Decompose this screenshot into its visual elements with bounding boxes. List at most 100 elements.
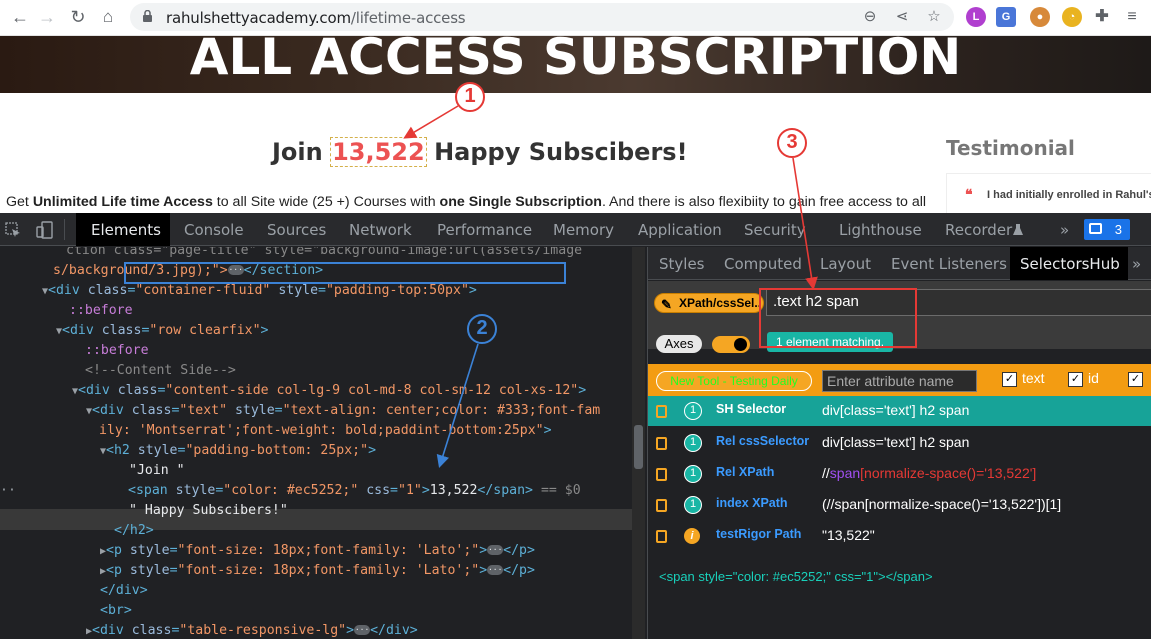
row-value[interactable]: "13,522"	[822, 527, 875, 543]
extension-lr-icon[interactable]: L	[966, 7, 986, 27]
axes-button[interactable]: Axes	[656, 335, 702, 353]
reading-list-icon[interactable]: ≡	[1122, 7, 1142, 27]
code-line-happy-text[interactable]: " Happy Subscibers!"	[129, 501, 288, 521]
tab-network[interactable]: Network	[349, 221, 412, 239]
banner-title: ALL ACCESS SUBSCRIPTION	[189, 36, 962, 86]
row-value[interactable]: (//span[normalize-space()='13,522'])[1]	[822, 496, 1061, 512]
ellipsis-icon[interactable]: ···	[354, 625, 371, 635]
address-bar[interactable]: rahulshettyacademy.com/lifetime-access ⊖…	[130, 3, 954, 31]
gauge-extension-icon[interactable]: ◔	[1062, 7, 1082, 27]
attribute-name-input[interactable]: Enter attribute name	[822, 370, 977, 392]
tab-styles[interactable]: Styles	[659, 255, 705, 273]
tab-recorder[interactable]: Recorder	[945, 221, 1012, 239]
annotation-marker-1: 1	[455, 82, 485, 112]
lock-icon	[143, 10, 152, 22]
code-line-table-responsive[interactable]: ▶<div class="table-responsive-lg">···</d…	[86, 621, 418, 639]
code-line-p2[interactable]: ▶<p style="font-size: 18px;font-family: …	[100, 561, 535, 581]
code-line-before-2[interactable]: ::before	[85, 341, 149, 361]
device-toolbar-icon[interactable]	[36, 221, 54, 239]
share-icon[interactable]: ⋖	[892, 7, 912, 27]
translate-icon[interactable]: G	[996, 7, 1016, 27]
home-icon[interactable]: ⌂	[96, 5, 120, 29]
tab-memory[interactable]: Memory	[553, 221, 614, 239]
selector-mode-dropdown[interactable]: ✎ XPath/cssSel..	[654, 293, 764, 313]
inspect-element-icon[interactable]	[5, 222, 21, 238]
scrollbar-thumb[interactable]	[634, 425, 643, 469]
code-line-container-fluid[interactable]: ▼<div class="container-fluid" style="pad…	[42, 281, 477, 301]
axes-toggle[interactable]	[712, 336, 750, 353]
tab-security[interactable]: Security	[744, 221, 806, 239]
cookie-extension-icon[interactable]: ●	[1030, 7, 1050, 27]
tab-sources[interactable]: Sources	[267, 221, 326, 239]
code-line-h2[interactable]: ▼<h2 style="padding-bottom: 25px;">	[100, 441, 376, 461]
id-checkbox[interactable]: ✓	[1068, 372, 1083, 387]
new-tool-button[interactable]: New Tool - Testing Daily	[656, 371, 812, 391]
code-line-p1[interactable]: ▶<p style="font-size: 18px;font-family: …	[100, 541, 535, 561]
code-line-content-side[interactable]: ▼<div class="content-side col-lg-9 col-m…	[72, 381, 586, 401]
code-line-section[interactable]: ction class="page-title" style="backgrou…	[66, 247, 582, 261]
code-line-text-div-cont[interactable]: ily: 'Montserrat';font-weight: bold;padd…	[99, 421, 552, 441]
tab-console[interactable]: Console	[184, 221, 244, 239]
selectorshub-toolbar: New Tool - Testing Daily Enter attribute…	[648, 364, 1151, 396]
devtools-tabbar: Elements Console Sources Network Perform…	[0, 213, 1151, 246]
code-line-span[interactable]: <span style="color: #ec5252;" css="1">13…	[128, 481, 581, 501]
tab-application[interactable]: Application	[638, 221, 722, 239]
code-line-comment[interactable]: <!--Content Side-->	[85, 361, 236, 381]
tab-event-listeners[interactable]: Event Listeners	[891, 255, 1007, 273]
code-line-before[interactable]: ::before	[69, 301, 133, 321]
copy-icon[interactable]	[656, 468, 667, 481]
tab-elements[interactable]: Elements	[91, 221, 161, 239]
row-value[interactable]: div[class='text'] h2 span	[822, 402, 969, 418]
copy-icon[interactable]	[656, 437, 667, 450]
copy-icon[interactable]	[656, 405, 667, 418]
row-label: Rel XPath	[716, 465, 775, 479]
flask-icon	[1013, 224, 1023, 235]
reload-icon[interactable]: ↻	[66, 5, 90, 29]
url-text[interactable]: rahulshettyacademy.com/lifetime-access	[166, 9, 466, 27]
code-line-h2-close[interactable]: </h2>	[114, 521, 154, 541]
selector-row-index-xpath[interactable]: 1 index XPath (//span[normalize-space()=…	[648, 490, 1151, 520]
text-checkbox-label: text	[1022, 370, 1045, 386]
more-tabs-chevron-icon[interactable]: »	[1060, 221, 1069, 239]
tab-selectorshub[interactable]: SelectorsHub	[1020, 255, 1120, 273]
messages-badge[interactable]: 3	[1084, 219, 1130, 240]
testimonial-title: Testimonial	[946, 136, 1075, 160]
forward-icon[interactable]: →	[35, 5, 59, 29]
code-line-div-close[interactable]: </div>	[100, 581, 148, 601]
code-line-join-text[interactable]: "Join "	[129, 461, 185, 481]
selector-row-rel-css[interactable]: 1 Rel cssSelector div[class='text'] h2 s…	[648, 428, 1151, 458]
bookmark-star-icon[interactable]: ☆	[924, 7, 944, 27]
ellipsis-icon[interactable]: ···	[487, 565, 504, 575]
more-side-tabs-chevron-icon[interactable]: »	[1132, 255, 1141, 273]
selector-row-rel-xpath[interactable]: 1 Rel XPath //span[normalize-space()='13…	[648, 459, 1151, 489]
join-prefix: Join	[272, 138, 332, 166]
tab-computed[interactable]: Computed	[724, 255, 802, 273]
copy-icon[interactable]	[656, 530, 667, 543]
row-value[interactable]: //span[normalize-space()='13,522']	[822, 465, 1036, 481]
code-line-row-clearfix[interactable]: ▼<div class="row clearfix">	[56, 321, 269, 341]
tab-layout[interactable]: Layout	[820, 255, 871, 273]
selector-row-sh[interactable]: 1 SH Selector div[class='text'] h2 span	[648, 396, 1151, 426]
elements-tree: ction class="page-title" style="backgrou…	[0, 247, 645, 639]
ellipsis-icon[interactable]: ···	[487, 545, 504, 555]
annotation-marker-3: 3	[777, 128, 807, 158]
quote-icon: ❝	[965, 186, 973, 202]
extra-checkbox[interactable]: ✓	[1128, 372, 1143, 387]
zoom-icon[interactable]: ⊖	[860, 7, 880, 27]
extensions-puzzle-icon[interactable]: ✚	[1092, 7, 1112, 27]
tab-lighthouse[interactable]: Lighthouse	[839, 221, 922, 239]
url-path: /lifetime-access	[350, 9, 466, 27]
annotation-box-2	[124, 262, 566, 284]
code-line-br[interactable]: <br>	[100, 601, 132, 621]
code-line-text-div[interactable]: ▼<div class="text" style="text-align: ce…	[86, 401, 600, 421]
match-count: 1	[684, 496, 702, 514]
intro-to-all: to all Site wide (25 +) Courses with	[212, 194, 440, 210]
intro-get: Get	[6, 194, 33, 210]
text-checkbox[interactable]: ✓	[1002, 372, 1017, 387]
elements-scrollbar[interactable]	[632, 247, 645, 639]
selector-row-testrigor[interactable]: i testRigor Path "13,522"	[648, 521, 1151, 551]
back-icon[interactable]: ←	[8, 5, 32, 29]
copy-icon[interactable]	[656, 499, 667, 512]
row-value[interactable]: div[class='text'] h2 span	[822, 434, 969, 450]
tab-performance[interactable]: Performance	[437, 221, 532, 239]
